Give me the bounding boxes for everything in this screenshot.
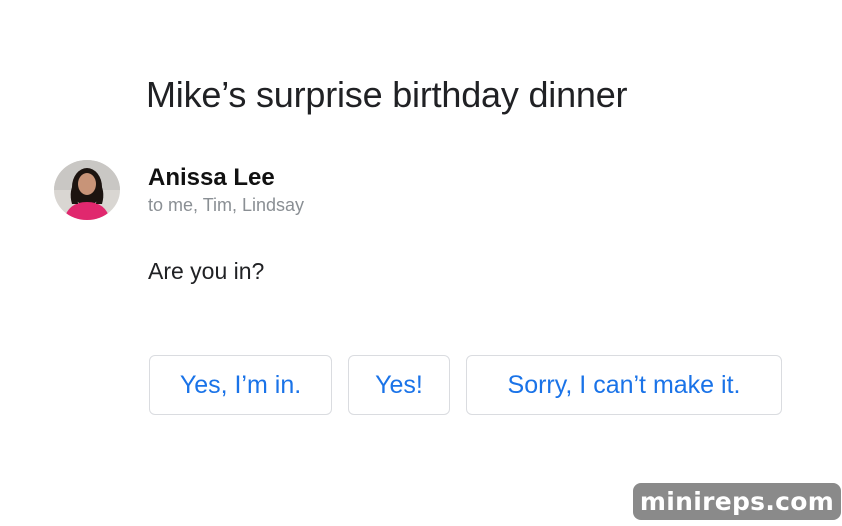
email-subject: Mike’s surprise birthday dinner [146,74,628,115]
avatar-photo-icon [54,160,120,220]
sender-name: Anissa Lee [148,164,275,191]
sender-avatar[interactable] [54,160,120,220]
watermark: minireps.com [633,483,841,520]
email-body: Are you in? [148,258,265,284]
smart-reply-sorry-button[interactable]: Sorry, I can’t make it. [466,355,782,415]
smart-reply-yes-im-in-button[interactable]: Yes, I’m in. [149,355,332,415]
smart-reply-yes-button[interactable]: Yes! [348,355,450,415]
recipients-line[interactable]: to me, Tim, Lindsay [148,195,304,216]
